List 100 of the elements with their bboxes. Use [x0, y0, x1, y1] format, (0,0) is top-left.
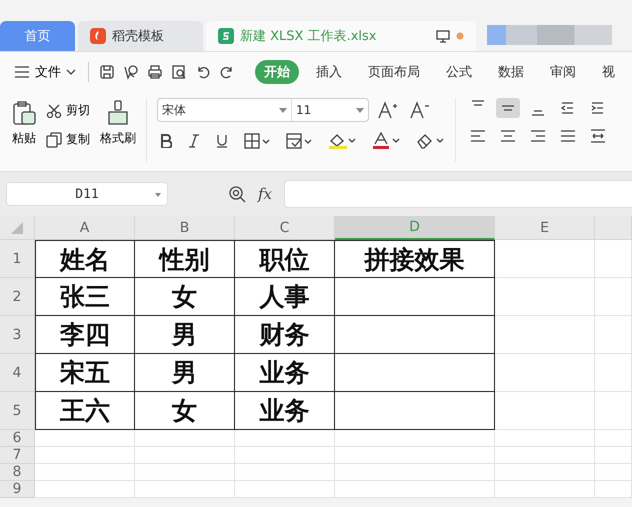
corner-triangle-icon: [11, 222, 23, 234]
unsaved-dot-icon: [456, 32, 464, 40]
grid-cell[interactable]: 男: [135, 316, 235, 354]
grid-cell[interactable]: 王六: [35, 392, 135, 430]
cell-text: 女: [172, 395, 197, 427]
grid-cell[interactable]: 职位: [235, 240, 335, 278]
bold-icon: [160, 134, 172, 148]
shrink-font-icon: [410, 101, 430, 119]
ribbon-tab[interactable]: 审阅: [541, 60, 585, 84]
preview-icon: [171, 64, 187, 80]
copy-button[interactable]: 复制: [46, 131, 90, 148]
grid-cell[interactable]: 业务: [235, 392, 335, 430]
clipboard-icon: [12, 100, 36, 126]
flame-logo-icon: [90, 28, 106, 44]
font-color-icon: [372, 132, 400, 150]
grid-cell[interactable]: 业务: [235, 354, 335, 392]
grid-cell[interactable]: 男: [135, 354, 235, 392]
cell-text: 李四: [60, 319, 110, 351]
cut-button[interactable]: 剪切: [46, 102, 90, 119]
paste-button[interactable]: 粘贴: [10, 98, 38, 162]
align-center-icon: [499, 128, 517, 144]
cell-text: 人事: [260, 281, 310, 313]
monitor-icon: [436, 29, 450, 43]
ribbon-tab[interactable]: 视: [593, 60, 624, 84]
column-header[interactable]: E: [495, 216, 595, 240]
cell-text: 张三: [60, 281, 110, 313]
tab[interactable]: 稻壳模板: [78, 21, 203, 51]
cell-text: 王六: [60, 395, 110, 427]
grid-cell[interactable]: 拼接效果: [335, 240, 495, 278]
grid-cell[interactable]: 人事: [235, 278, 335, 316]
menu-icon: [14, 65, 30, 79]
format-painter-button[interactable]: 格式刷: [98, 98, 138, 162]
copy-icon: [46, 132, 62, 148]
ribbon-tab[interactable]: 数据: [489, 60, 533, 84]
name-box[interactable]: D11: [6, 182, 168, 206]
cell-text: 女: [172, 281, 197, 313]
scissors-icon: [46, 104, 62, 118]
distributed-icon: [589, 128, 607, 144]
eraser-icon: [416, 132, 444, 150]
grid-cell[interactable]: 李四: [35, 316, 135, 354]
align-middle-button[interactable]: [496, 98, 520, 118]
borders-icon: [244, 133, 270, 149]
zoom-search-icon: [228, 185, 246, 203]
align-bottom-icon: [531, 110, 545, 116]
table-style-icon: [286, 133, 312, 149]
align-right-icon: [529, 128, 547, 144]
column-header[interactable]: C: [235, 216, 335, 240]
row-header[interactable]: 2: [0, 278, 35, 316]
cell-text: 性别: [160, 244, 210, 276]
column-header[interactable]: A: [35, 216, 135, 240]
ribbon-tab[interactable]: 页面布局: [359, 60, 429, 84]
file-menu[interactable]: 文件: [12, 61, 78, 83]
grid-cell[interactable]: 姓名: [35, 240, 135, 278]
column-header[interactable]: B: [135, 216, 235, 240]
cursor-icon: [123, 64, 139, 80]
cell-text: 拼接效果: [364, 244, 464, 276]
row-header[interactable]: 1: [0, 240, 35, 278]
ribbon-tab[interactable]: 插入: [307, 60, 351, 84]
row-header[interactable]: 9: [0, 481, 35, 498]
save-icon: [99, 64, 115, 80]
paint-bucket-icon: [328, 132, 356, 150]
cell-text: 财务: [260, 319, 310, 351]
grid-cell[interactable]: 女: [135, 278, 235, 316]
cell-text: 业务: [260, 395, 310, 427]
row-header[interactable]: 6: [0, 430, 35, 447]
grid-cell[interactable]: 女: [135, 392, 235, 430]
dropdown-icon: [155, 193, 161, 197]
select-all-corner[interactable]: [0, 216, 35, 240]
justify-icon: [559, 128, 577, 144]
grid-cell[interactable]: [335, 316, 495, 354]
align-top-icon: [471, 100, 485, 106]
underline-icon: [216, 134, 228, 148]
formula-input[interactable]: [284, 180, 632, 208]
grid-cell[interactable]: 财务: [235, 316, 335, 354]
grid-cell[interactable]: 张三: [35, 278, 135, 316]
grid-cell[interactable]: [335, 354, 495, 392]
cell-text: 宋五: [60, 357, 110, 389]
row-header[interactable]: 4: [0, 354, 35, 392]
grid-cell[interactable]: 性别: [135, 240, 235, 278]
cell-text: 职位: [260, 244, 310, 276]
column-header[interactable]: [595, 216, 632, 240]
cell-text: 姓名: [60, 244, 110, 276]
print-icon: [147, 64, 163, 80]
grid-cell[interactable]: 宋五: [35, 354, 135, 392]
grow-font-icon: [378, 101, 398, 119]
grid-cell[interactable]: [335, 278, 495, 316]
align-left-icon: [469, 128, 487, 144]
row-header[interactable]: 8: [0, 464, 35, 481]
row-header[interactable]: 7: [0, 447, 35, 464]
spreadsheet-logo-icon: [218, 28, 234, 44]
italic-icon: [188, 134, 200, 148]
cell-text: 男: [172, 319, 197, 351]
row-header[interactable]: 3: [0, 316, 35, 354]
ribbon-tab[interactable]: 公式: [437, 60, 481, 84]
grid-cell[interactable]: [335, 392, 495, 430]
cell-text: 业务: [260, 357, 310, 389]
function-label: fx: [258, 185, 272, 203]
chevron-icon: [66, 69, 76, 75]
row-header[interactable]: 5: [0, 392, 35, 430]
align-middle-icon: [501, 105, 515, 111]
